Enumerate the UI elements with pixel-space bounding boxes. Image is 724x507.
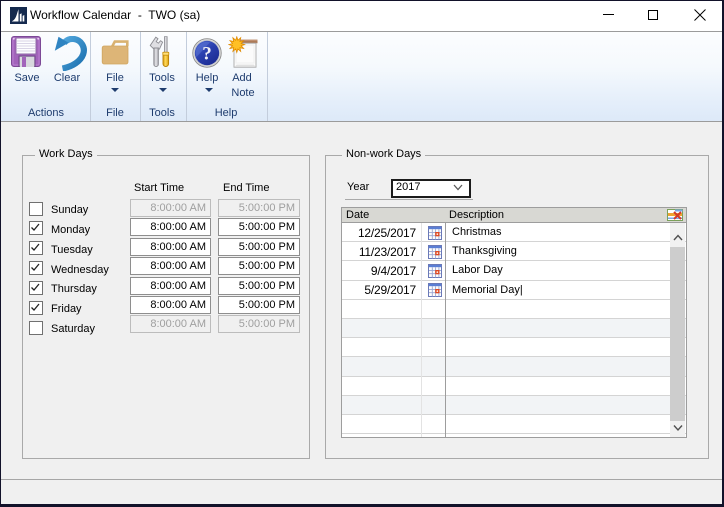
svg-text:?: ? [202, 44, 212, 65]
